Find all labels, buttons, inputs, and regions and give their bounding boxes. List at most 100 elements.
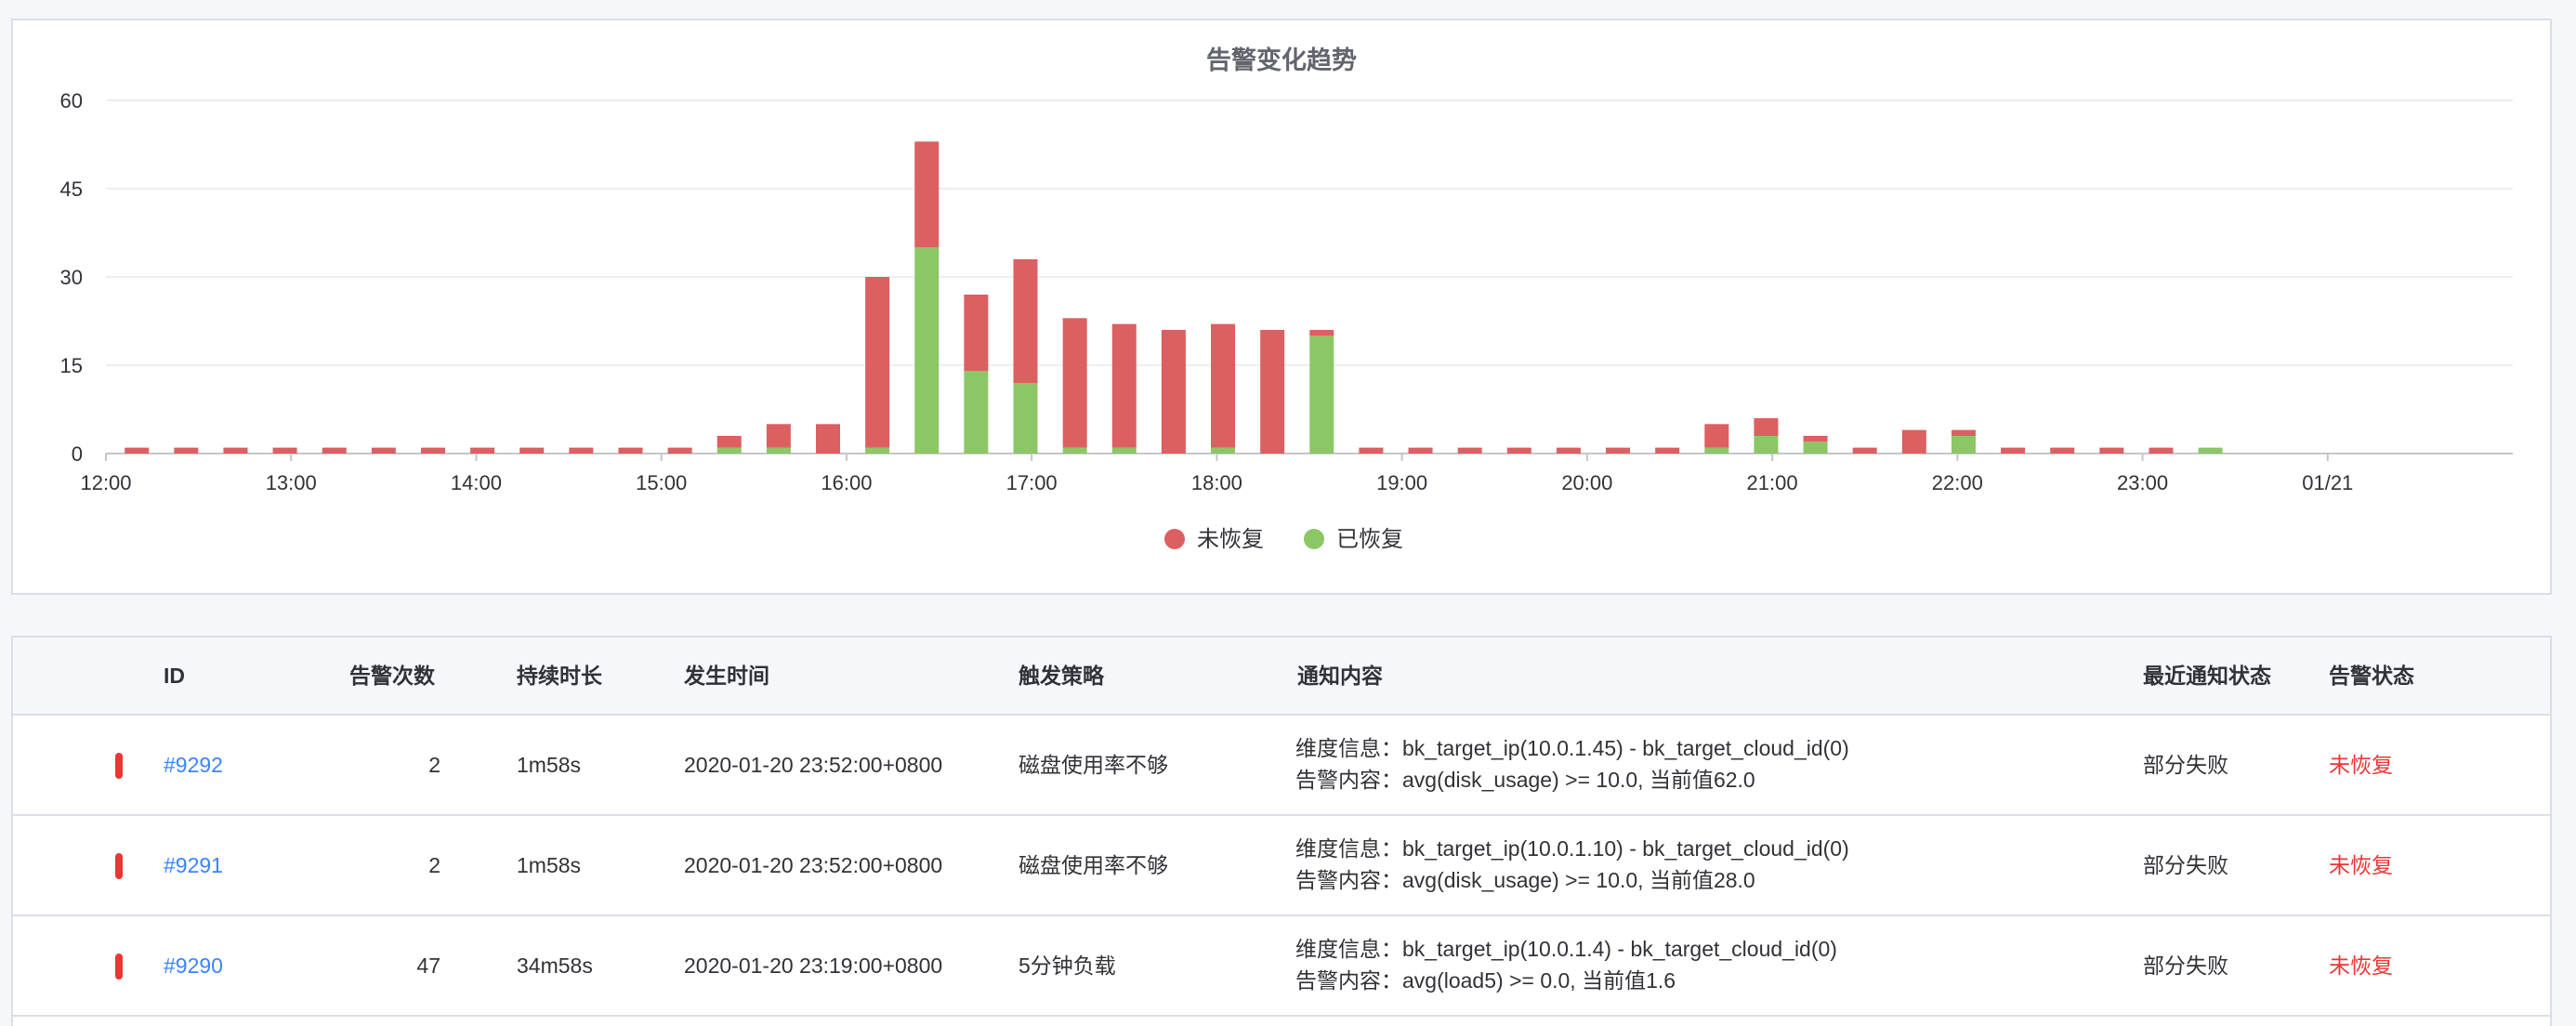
- y-tick-label: 45: [60, 178, 83, 201]
- bar-unrecovered: [125, 447, 150, 454]
- bar-unrecovered: [1013, 259, 1038, 383]
- bar-unrecovered: [470, 447, 495, 454]
- notice-content: 维度信息：bk_target_ip(10.0.1.4) - bk_target_…: [1295, 933, 1837, 996]
- alarm-time: 2020-01-20 23:52:00+0800: [684, 753, 943, 777]
- bar-unrecovered: [2099, 447, 2124, 454]
- alarm-status: 未恢复: [2329, 853, 2393, 877]
- alarm-duration: 1m58s: [517, 853, 582, 877]
- alarm-trend-chart-panel: 告警变化趋势 0 15 30 45 60 12:00 13:00 14:00 15:00 16:00…: [11, 19, 2552, 595]
- bar-unrecovered: [1359, 447, 1384, 454]
- bar-recovered: [1803, 441, 1828, 454]
- bar-unrecovered: [2149, 447, 2174, 454]
- notice-status: 部分失败: [2143, 954, 2228, 978]
- bar-recovered: [1704, 447, 1729, 454]
- notice-detail: 告警内容：avg(disk_usage) >= 10.0, 当前值62.0: [1295, 768, 1755, 792]
- bar-unrecovered: [272, 447, 297, 454]
- bar-unrecovered: [569, 447, 594, 454]
- alarm-level-indicator: [115, 954, 123, 980]
- x-tick-label: 20:00: [1561, 471, 1612, 494]
- bar-recovered: [914, 247, 940, 454]
- x-tick-label: 01/21: [2302, 471, 2353, 494]
- header-strategy: 触发策略: [1019, 664, 1104, 688]
- bar-unrecovered: [1951, 429, 1976, 436]
- y-tick-label: 15: [60, 354, 83, 377]
- bar-unrecovered: [1211, 323, 1236, 448]
- bar-unrecovered: [223, 447, 248, 454]
- bar-recovered: [766, 447, 791, 454]
- x-tick-label: 21:00: [1747, 471, 1798, 494]
- notice-detail: 告警内容：avg(disk_usage) >= 10.0, 当前值28.0: [1295, 868, 1755, 892]
- table-header: ID 告警次数 持续时长 发生时间 触发策略 通知内容 最近通知状态 告警状态: [13, 638, 2550, 716]
- notice-content: 维度信息：bk_target_ip(10.0.1.10) - bk_target…: [1295, 833, 1849, 896]
- bar-recovered: [1309, 335, 1334, 454]
- bar-unrecovered: [2050, 447, 2075, 454]
- bar-unrecovered: [519, 447, 545, 454]
- bar-unrecovered: [1062, 318, 1087, 448]
- x-tick-label: 15:00: [636, 471, 687, 494]
- header-count: 告警次数: [349, 664, 435, 688]
- alarm-count: 2: [428, 853, 440, 877]
- bar-unrecovered: [1704, 424, 1729, 448]
- bar-unrecovered: [766, 424, 791, 448]
- bar-unrecovered: [322, 447, 347, 454]
- alarm-time: 2020-01-20 23:19:00+0800: [684, 954, 943, 978]
- alarm-status: 未恢复: [2329, 954, 2393, 978]
- bar-unrecovered: [865, 277, 890, 448]
- y-tick-label: 60: [60, 89, 83, 112]
- x-tick-label: 12:00: [80, 471, 131, 494]
- header-notice-status: 最近通知状态: [2143, 664, 2271, 688]
- bar-unrecovered: [174, 447, 199, 454]
- header-id: ID: [164, 664, 185, 688]
- notice-detail: 告警内容：avg(load5) >= 0.0, 当前值1.6: [1295, 968, 1676, 993]
- bar-recovered: [1951, 436, 1976, 454]
- alarm-trend-chart: 告警变化趋势 0 15 30 45 60 12:00 13:00 14:00 15:00 16:00…: [60, 46, 2513, 552]
- bar-unrecovered: [1309, 330, 1334, 336]
- bar-unrecovered: [371, 447, 396, 454]
- bar-unrecovered: [1606, 447, 1631, 454]
- bar-unrecovered: [667, 447, 692, 454]
- alarm-strategy: 磁盘使用率不够: [1019, 853, 1168, 877]
- y-tick-label: 30: [60, 266, 83, 289]
- bar-unrecovered: [2001, 447, 2026, 454]
- header-alarm-status: 告警状态: [2329, 664, 2414, 688]
- x-tick-label: 23:00: [2117, 471, 2168, 494]
- bar-unrecovered: [1111, 323, 1137, 448]
- alarm-strategy: 磁盘使用率不够: [1019, 753, 1168, 777]
- bar-unrecovered: [1161, 330, 1186, 454]
- alarm-duration: 34m58s: [517, 954, 593, 978]
- bar-unrecovered: [964, 295, 989, 372]
- alarm-count: 47: [416, 954, 440, 978]
- bar-recovered: [2198, 447, 2223, 454]
- bar-recovered: [1754, 436, 1779, 454]
- bar-unrecovered: [1655, 447, 1680, 454]
- bar-unrecovered: [1556, 447, 1581, 454]
- bar-unrecovered: [1803, 436, 1828, 442]
- alarm-id-link[interactable]: #9291: [164, 816, 223, 914]
- alarm-table: ID 告警次数 持续时长 发生时间 触发策略 通知内容 最近通知状态 告警状态 …: [11, 636, 2552, 1026]
- bar-unrecovered: [1852, 447, 1877, 454]
- y-tick-label: 0: [72, 442, 83, 466]
- bar-recovered: [716, 447, 742, 454]
- bar-recovered: [865, 447, 890, 454]
- alarm-duration: 1m58s: [517, 753, 582, 777]
- bar-recovered: [1111, 447, 1137, 454]
- alarm-id-link[interactable]: #9292: [164, 716, 223, 814]
- bar-unrecovered: [716, 436, 742, 448]
- table-row[interactable]: #9290 47 34m58s 2020-01-20 23:19:00+0800…: [13, 916, 2550, 1017]
- header-time: 发生时间: [684, 664, 769, 688]
- bar-unrecovered: [1457, 447, 1482, 454]
- legend-label: 未恢复: [1197, 527, 1264, 552]
- bar-unrecovered: [1408, 447, 1433, 454]
- chart-title: 告警变化趋势: [1206, 46, 1357, 74]
- header-duration: 持续时长: [517, 664, 602, 688]
- notice-dimension: 维度信息：bk_target_ip(10.0.1.10) - bk_target…: [1295, 836, 1849, 861]
- bar-recovered: [1013, 383, 1038, 454]
- notice-status: 部分失败: [2143, 853, 2228, 877]
- table-row[interactable]: #9291 2 1m58s 2020-01-20 23:52:00+0800 磁…: [13, 816, 2550, 916]
- alarm-id-link[interactable]: #9290: [164, 916, 223, 1015]
- x-tick-label: 17:00: [1006, 471, 1058, 494]
- alarm-level-indicator: [115, 753, 123, 779]
- x-tick-label: 18:00: [1191, 471, 1242, 494]
- x-tick-label: 19:00: [1376, 471, 1427, 494]
- table-row[interactable]: #9292 2 1m58s 2020-01-20 23:52:00+0800 磁…: [13, 716, 2550, 816]
